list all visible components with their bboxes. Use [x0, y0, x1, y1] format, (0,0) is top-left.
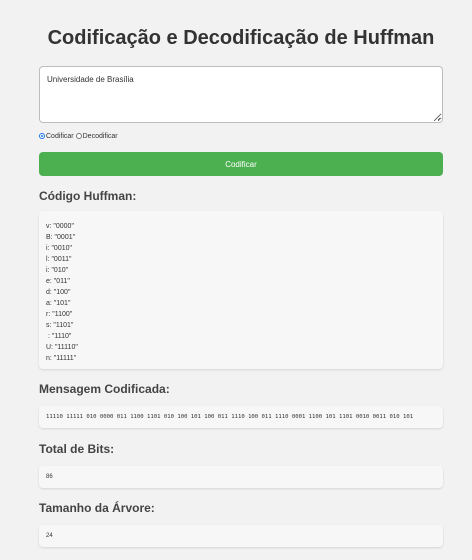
tree-size-panel: 24: [39, 525, 443, 547]
total-bits-value: 86: [46, 474, 53, 480]
huffman-code-entry: a: "101": [46, 300, 71, 307]
encode-button[interactable]: Codificar: [39, 152, 443, 176]
huffman-code-entry: s: "1101": [46, 322, 74, 329]
huffman-code-entry: B: "0001": [46, 234, 76, 241]
huffman-code-list: v: "0000" B: "0001" i: "0010" l: "0011" i: "…: [46, 221, 436, 364]
radio-codificar[interactable]: [39, 133, 45, 139]
encoded-message-heading: Mensagem Codificada:: [39, 382, 170, 396]
huffman-code-entry: i: "010": [46, 267, 69, 274]
huffman-code-entry: n: "11111": [46, 355, 77, 362]
total-bits-heading: Total de Bits:: [39, 442, 115, 456]
mode-label-codificar: Codificar: [46, 132, 74, 140]
mode-option-codificar[interactable]: Codificar: [39, 133, 74, 140]
mode-option-decodificar[interactable]: Decodificar: [75, 132, 118, 140]
huffman-code-panel: v: "0000" B: "0001" i: "0010" l: "0011" i: "…: [39, 211, 443, 369]
encoded-message-panel: 11110 11111 010 0000 011 1100 1101 010 1…: [39, 406, 443, 428]
huffman-code-entry: e: "011": [46, 278, 70, 285]
huffman-code-entry: v: "0000": [46, 223, 74, 230]
mode-label-decodificar: Decodificar: [82, 132, 118, 140]
huffman-code-entry: i: "0010": [46, 245, 72, 252]
tree-size-value: 24: [46, 533, 53, 539]
radio-decodificar[interactable]: [75, 133, 82, 139]
huffman-code-heading: Código Huffman:: [39, 189, 137, 203]
huffman-code-entry: l: "0011": [46, 256, 72, 263]
total-bits-panel: 86: [39, 466, 443, 488]
mode-selector: Codificar Decodificar: [39, 131, 120, 141]
huffman-code-entry: U: "11110": [46, 344, 78, 351]
huffman-code-entry: d: "100": [46, 289, 71, 296]
encoded-message-value: 11110 11111 010 0000 011 1100 1101 010 1…: [46, 414, 414, 420]
message-input[interactable]: [39, 66, 443, 123]
tree-size-heading: Tamanho da Árvore:: [39, 501, 155, 515]
page-title: Codificação e Decodificação de Huffman: [47, 27, 435, 49]
huffman-code-entry: : "1110": [46, 333, 72, 340]
huffman-code-entry: r: "1100": [46, 311, 73, 318]
